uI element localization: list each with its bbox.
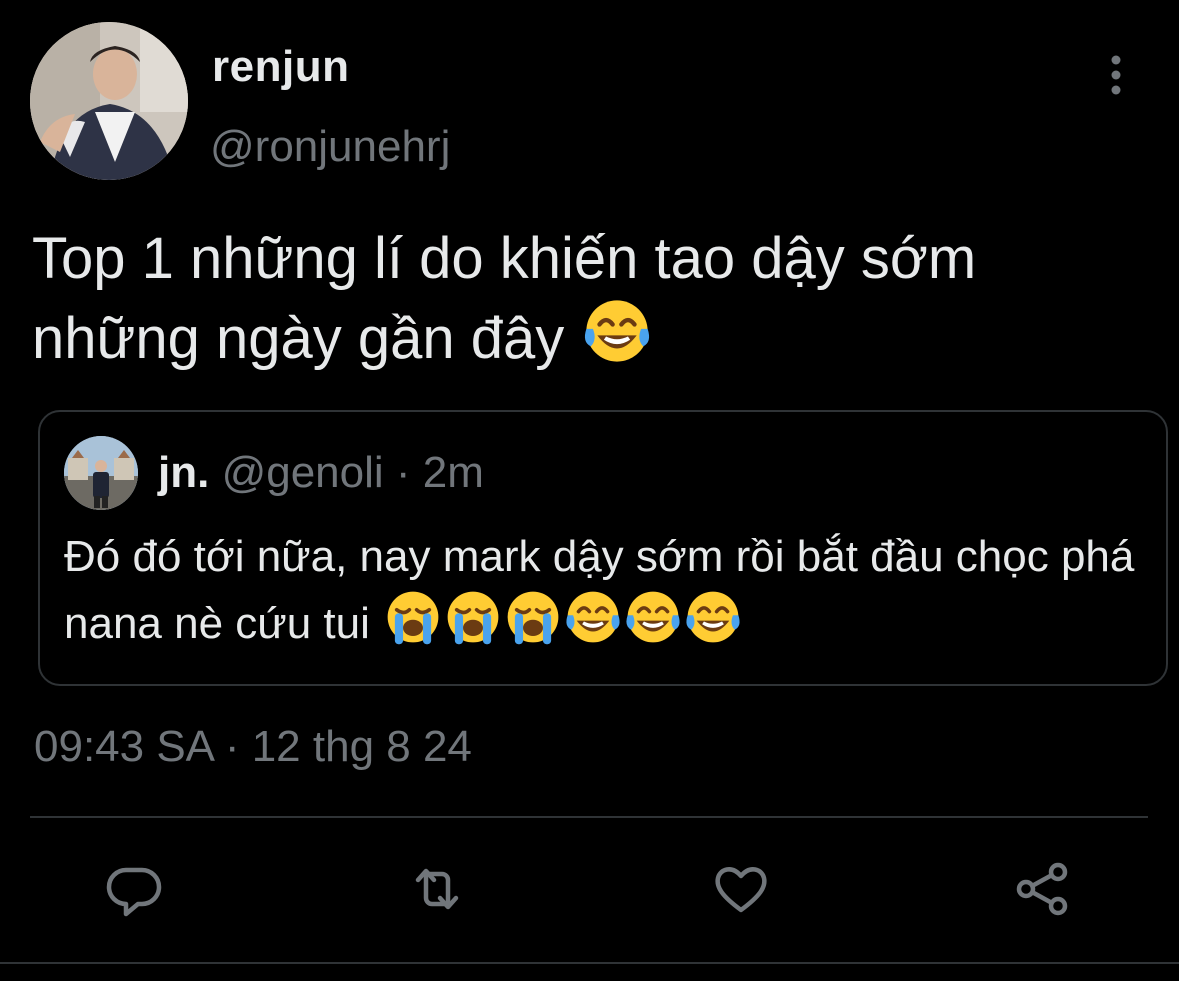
loudly-crying-emoji-icon (384, 588, 442, 663)
author-avatar[interactable] (30, 22, 188, 180)
reply-icon[interactable] (104, 858, 166, 920)
quoted-author-handle: @genoli (221, 448, 384, 497)
share-icon[interactable] (1012, 858, 1074, 920)
tears-of-joy-emoji-icon (564, 588, 622, 663)
author-handle[interactable]: @ronjunehrj (210, 122, 450, 172)
loudly-crying-emoji-icon (444, 588, 502, 663)
tweet-text: Top 1 những lí do khiến tao dậy sớm nhữn… (32, 222, 1152, 384)
loudly-crying-emoji-icon (504, 588, 562, 663)
quoted-tweet-time: 2m (422, 448, 484, 497)
quoted-author-display-name[interactable]: jn. (158, 448, 209, 497)
author-display-name[interactable]: renjun (212, 42, 349, 92)
quoted-tweet-header: jn. @genoli · 2m (158, 448, 484, 498)
tweet-timestamp[interactable]: 09:43 SA · 12 thg 8 24 (34, 722, 472, 772)
quoted-header-separator: · (395, 448, 411, 497)
tweet-text-content: Top 1 những lí do khiến tao dậy sớm nhữn… (32, 226, 977, 371)
quoted-tweet-text: Đó đó tới nữa, nay mark dậy sớm rồi bắt … (64, 526, 1154, 663)
tears-of-joy-emoji-icon (582, 296, 652, 384)
more-options-icon[interactable] (1098, 52, 1134, 98)
quoted-author-avatar-image (64, 436, 138, 510)
tears-of-joy-emoji-icon (684, 588, 742, 663)
quoted-tweet[interactable]: jn. @genoli · 2m Đó đó tới nữa, nay mark… (38, 410, 1168, 686)
retweet-icon[interactable] (406, 858, 468, 920)
like-icon[interactable] (710, 858, 772, 920)
author-avatar-image (30, 22, 188, 180)
bottom-divider (0, 962, 1179, 964)
divider (30, 816, 1148, 818)
quoted-author-avatar[interactable] (64, 436, 138, 510)
tweet-detail: renjun @ronjunehrj Top 1 những lí do khi… (0, 0, 1179, 981)
tears-of-joy-emoji-icon (624, 588, 682, 663)
